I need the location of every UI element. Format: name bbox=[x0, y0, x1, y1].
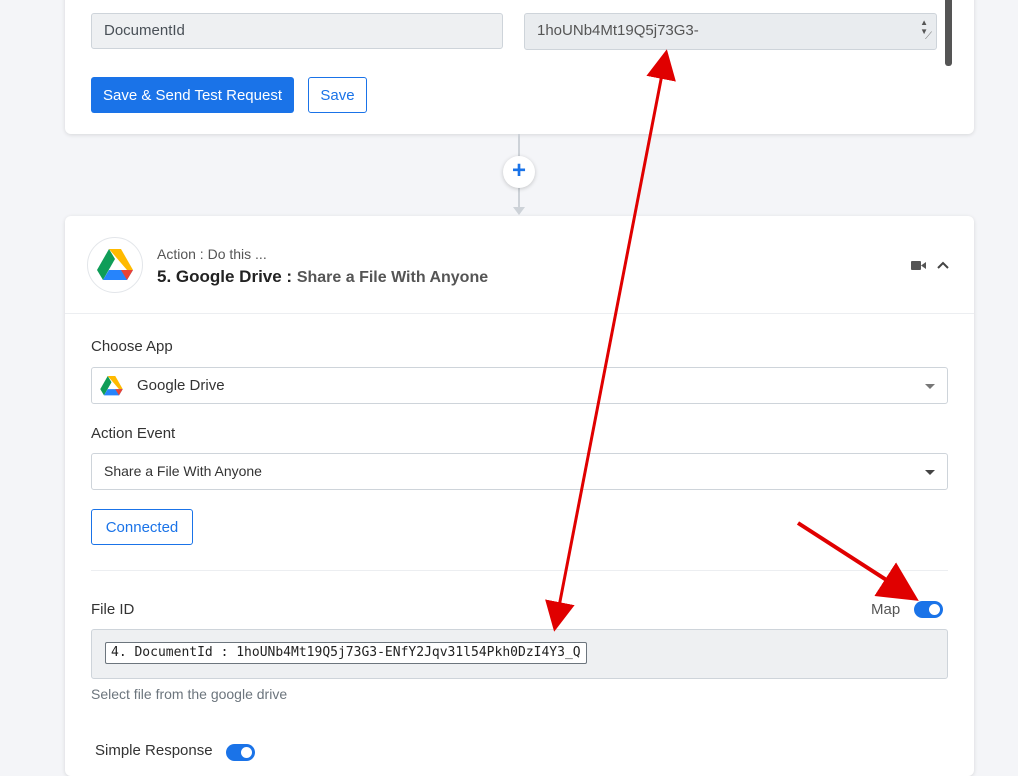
action-event-label: Action Event bbox=[91, 425, 176, 442]
resize-grip-icon[interactable]: ⟋ bbox=[925, 27, 932, 47]
connected-button[interactable]: Connected bbox=[91, 509, 193, 545]
save-button[interactable]: Save bbox=[308, 77, 367, 113]
google-drive-icon bbox=[97, 249, 133, 280]
toggle-knob bbox=[929, 604, 940, 615]
action-subtitle: Action : Do this ... bbox=[157, 246, 267, 262]
choose-app-value: Google Drive bbox=[137, 377, 225, 394]
step-title-app: 5. Google Drive : bbox=[157, 267, 297, 286]
mapped-field-chip[interactable]: 4. DocumentId : 1hoUNb4Mt19Q5j73G3-ENfY2… bbox=[105, 642, 587, 664]
previous-step-card: DocumentId 1hoUNb4Mt19Q5j73G3- ▲ ▼ ⟋ Save… bbox=[65, 0, 974, 134]
scrollbar-thumb[interactable] bbox=[945, 0, 952, 66]
choose-app-label: Choose App bbox=[91, 338, 173, 355]
document-id-value-text: 1hoUNb4Mt19Q5j73G3- bbox=[537, 22, 699, 39]
google-drive-icon bbox=[100, 376, 123, 396]
document-id-field-name[interactable]: DocumentId bbox=[91, 13, 503, 49]
add-step-plus-icon[interactable]: + bbox=[503, 156, 535, 188]
file-id-help-text: Select file from the google drive bbox=[91, 686, 288, 702]
header-divider bbox=[65, 313, 974, 314]
section-divider bbox=[91, 570, 948, 571]
chevron-up-icon[interactable] bbox=[937, 259, 949, 271]
step-connector-arrow bbox=[513, 207, 525, 215]
map-toggle[interactable] bbox=[914, 601, 943, 618]
document-id-value-field[interactable]: 1hoUNb4Mt19Q5j73G3- ▲ ▼ ⟋ bbox=[524, 13, 937, 50]
simple-response-label: Simple Response bbox=[95, 742, 213, 759]
step-title-event: Share a File With Anyone bbox=[296, 269, 489, 286]
action-step-card: Action : Do this ... 5. Google Drive : S… bbox=[65, 216, 974, 776]
app-logo bbox=[87, 237, 143, 293]
map-toggle-label: Map bbox=[871, 601, 901, 618]
step-title: 5. Google Drive : Share a File With Anyo… bbox=[157, 267, 488, 287]
action-event-value: Share a File With Anyone bbox=[104, 463, 262, 479]
video-camera-icon[interactable] bbox=[911, 260, 926, 271]
caret-down-icon bbox=[925, 384, 935, 389]
choose-app-select[interactable]: Google Drive bbox=[91, 367, 948, 404]
save-send-test-request-button[interactable]: Save & Send Test Request bbox=[91, 77, 294, 113]
file-id-label: File ID bbox=[91, 601, 135, 618]
action-event-select[interactable]: Share a File With Anyone bbox=[91, 453, 948, 490]
caret-down-icon bbox=[925, 470, 935, 475]
file-id-input[interactable]: 4. DocumentId : 1hoUNb4Mt19Q5j73G3-ENfY2… bbox=[91, 629, 948, 679]
